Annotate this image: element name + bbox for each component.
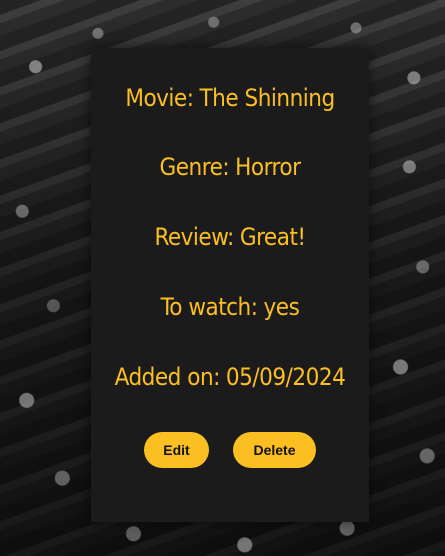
genre-value: Horror [235,153,301,181]
delete-button[interactable]: Delete [233,432,316,468]
movie-title-label: Movie: [125,84,194,112]
added-on-field: Added on: 05/09/2024 [91,362,369,392]
review-field: Review: Great! [91,222,369,252]
movie-title-field: Movie: The Shinning [91,83,369,113]
to-watch-label: To watch: [160,293,258,321]
to-watch-value: yes [263,293,300,321]
genre-label: Genre: [159,153,230,181]
review-label: Review: [154,223,234,251]
edit-button[interactable]: Edit [144,432,209,468]
added-on-label: Added on: [114,363,221,391]
movie-card: Movie: The Shinning Genre: Horror Review: G… [91,48,369,522]
added-on-value: 05/09/2024 [225,363,346,391]
to-watch-field: To watch: yes [91,292,369,322]
genre-field: Genre: Horror [91,152,369,182]
review-value: Great! [239,223,306,251]
movie-title-value: The Shinning [199,84,336,112]
